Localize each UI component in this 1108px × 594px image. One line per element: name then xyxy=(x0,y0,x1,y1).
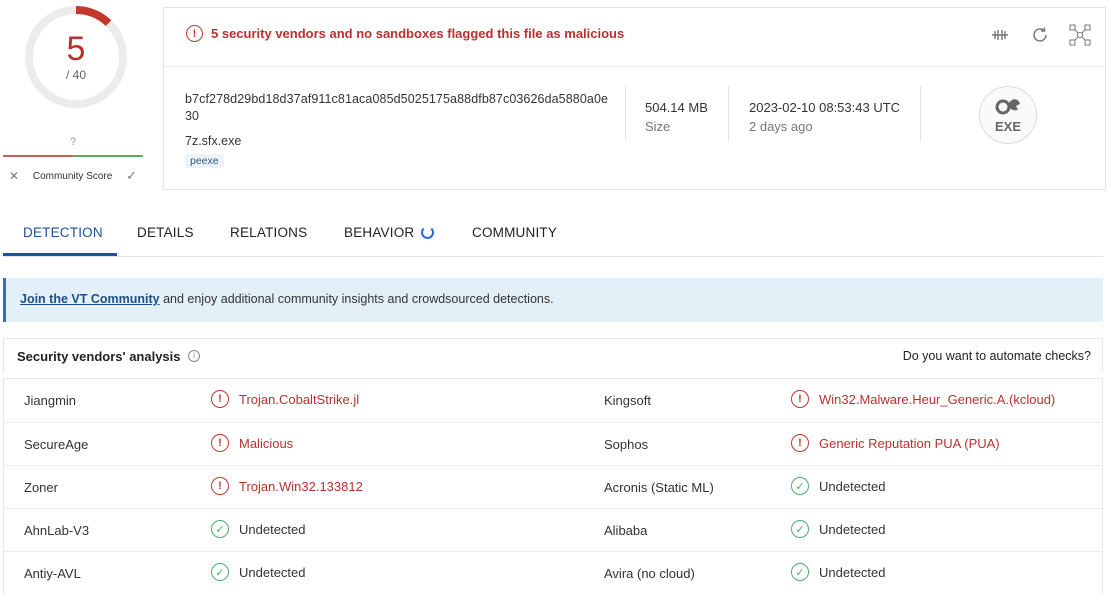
vendor-result: ! Trojan.CobaltStrike.jl xyxy=(211,390,359,408)
divider xyxy=(728,86,729,141)
analysis-date-relative: 2 days ago xyxy=(749,119,813,134)
vendor-result: ✓ Undetected xyxy=(791,520,886,538)
compare-icon[interactable] xyxy=(989,24,1011,46)
check-circle-icon: ✓ xyxy=(211,520,229,538)
vendors-table: Jiangmin ! Trojan.CobaltStrike.jl Kingsof… xyxy=(3,378,1103,594)
table-row: Zoner ! Trojan.Win32.133812 Acronis (Stat… xyxy=(4,465,1102,508)
vendor-name: Jiangmin xyxy=(24,393,77,408)
tab-bar: DETECTION DETAILS RELATIONS BEHAVIOR COM… xyxy=(3,213,1103,257)
detection-score: 5 / 40 ? ✕ Community Score ✓ xyxy=(3,0,143,190)
alert-text: 5 security vendors and no sandboxes flag… xyxy=(211,26,625,41)
divider xyxy=(920,86,921,141)
score-detected: 5 xyxy=(66,30,86,68)
alert-circle-icon: ! xyxy=(791,390,809,408)
check-circle-icon: ✓ xyxy=(791,563,809,581)
community-score-row: ✕ Community Score ✓ xyxy=(3,168,143,184)
community-score-value: ? xyxy=(69,136,77,148)
vendor-name: Zoner xyxy=(24,480,58,495)
file-size-label: Size xyxy=(645,119,671,134)
refresh-icon[interactable] xyxy=(1029,24,1051,46)
vendor-result: ✓ Undetected xyxy=(791,477,886,495)
vendor-name: Acronis (Static ML) xyxy=(604,480,714,495)
alert-circle-icon: ! xyxy=(791,434,809,452)
vendor-result: ✓ Undetected xyxy=(211,563,306,581)
vendor-result: ! Malicious xyxy=(211,434,293,452)
alert-circle-icon: ! xyxy=(186,25,203,42)
exe-file-type-icon: EXE xyxy=(979,86,1037,144)
vendor-name: Sophos xyxy=(604,437,649,452)
tab-behavior[interactable]: BEHAVIOR xyxy=(344,225,414,240)
vendor-name: Antiy-AVL xyxy=(24,566,81,581)
table-row: Jiangmin ! Trojan.CobaltStrike.jl Kingsof… xyxy=(4,379,1102,422)
banner-text: and enjoy additional community insights … xyxy=(159,292,554,306)
check-circle-icon: ✓ xyxy=(791,477,809,495)
card-divider xyxy=(164,66,1105,67)
table-row: Antiy-AVL ✓ Undetected Avira (no cloud) ✓… xyxy=(4,551,1102,594)
join-community-link[interactable]: Join the VT Community xyxy=(20,292,160,306)
file-type-label: EXE xyxy=(994,119,1021,134)
alert-circle-icon: ! xyxy=(211,390,229,408)
vote-up-icon[interactable]: ✓ xyxy=(126,168,137,184)
vendor-result: ! Win32.Malware.Heur_Generic.A.(kcloud) xyxy=(791,390,1055,408)
analysis-date-value: 2023-02-10 08:53:43 UTC xyxy=(749,100,901,115)
file-hash[interactable]: b7cf278d29bd18d37af911c81aca085d5025175a… xyxy=(185,91,615,125)
community-score-bar xyxy=(3,155,143,157)
score-total: / 40 xyxy=(65,68,86,82)
toolbar xyxy=(989,24,1091,46)
file-tag[interactable]: peexe xyxy=(185,154,224,168)
vendor-name: Avira (no cloud) xyxy=(604,566,695,581)
vendor-name: AhnLab-V3 xyxy=(24,523,90,538)
info-icon[interactable]: i xyxy=(188,350,200,362)
graph-icon[interactable] xyxy=(1069,24,1091,46)
vendor-result: ✓ Undetected xyxy=(791,563,886,581)
malicious-alert: ! 5 security vendors and no sandboxes fl… xyxy=(186,25,624,42)
community-score-label: Community Score xyxy=(32,170,113,182)
tab-detection[interactable]: DETECTION xyxy=(23,225,103,240)
file-name: 7z.sfx.exe xyxy=(185,134,242,148)
section-title: Security vendors' analysis xyxy=(17,349,181,364)
file-size-value: 504.14 MB xyxy=(645,100,708,115)
vendors-section-header: Security vendors' analysis i Do you want… xyxy=(3,338,1103,373)
alert-circle-icon: ! xyxy=(211,434,229,452)
tab-community[interactable]: COMMUNITY xyxy=(472,225,557,240)
automate-checks-link[interactable]: Do you want to automate checks? xyxy=(903,349,1091,363)
vendor-result: ! Trojan.Win32.133812 xyxy=(211,477,363,495)
table-row: AhnLab-V3 ✓ Undetected Alibaba ✓ Undetecte… xyxy=(4,508,1102,551)
check-circle-icon: ✓ xyxy=(211,563,229,581)
check-circle-icon: ✓ xyxy=(791,520,809,538)
file-summary-card: ! 5 security vendors and no sandboxes fl… xyxy=(163,7,1106,190)
tab-details[interactable]: DETAILS xyxy=(137,225,194,240)
vendor-result: ✓ Undetected xyxy=(211,520,306,538)
vendor-result: ! Generic Reputation PUA (PUA) xyxy=(791,434,1000,452)
divider xyxy=(625,86,626,141)
alert-circle-icon: ! xyxy=(211,477,229,495)
vendor-name: SecureAge xyxy=(24,437,89,452)
table-row: SecureAge ! Malicious Sophos ! Generic Rep… xyxy=(4,422,1102,465)
active-tab-indicator xyxy=(3,253,117,256)
vendor-name: Alibaba xyxy=(604,523,648,538)
vote-down-icon[interactable]: ✕ xyxy=(9,169,19,183)
loading-spinner-icon xyxy=(421,226,434,239)
vendor-name: Kingsoft xyxy=(604,393,651,408)
community-banner: Join the VT Community and enjoy addition… xyxy=(3,278,1103,322)
tab-relations[interactable]: RELATIONS xyxy=(230,225,307,240)
